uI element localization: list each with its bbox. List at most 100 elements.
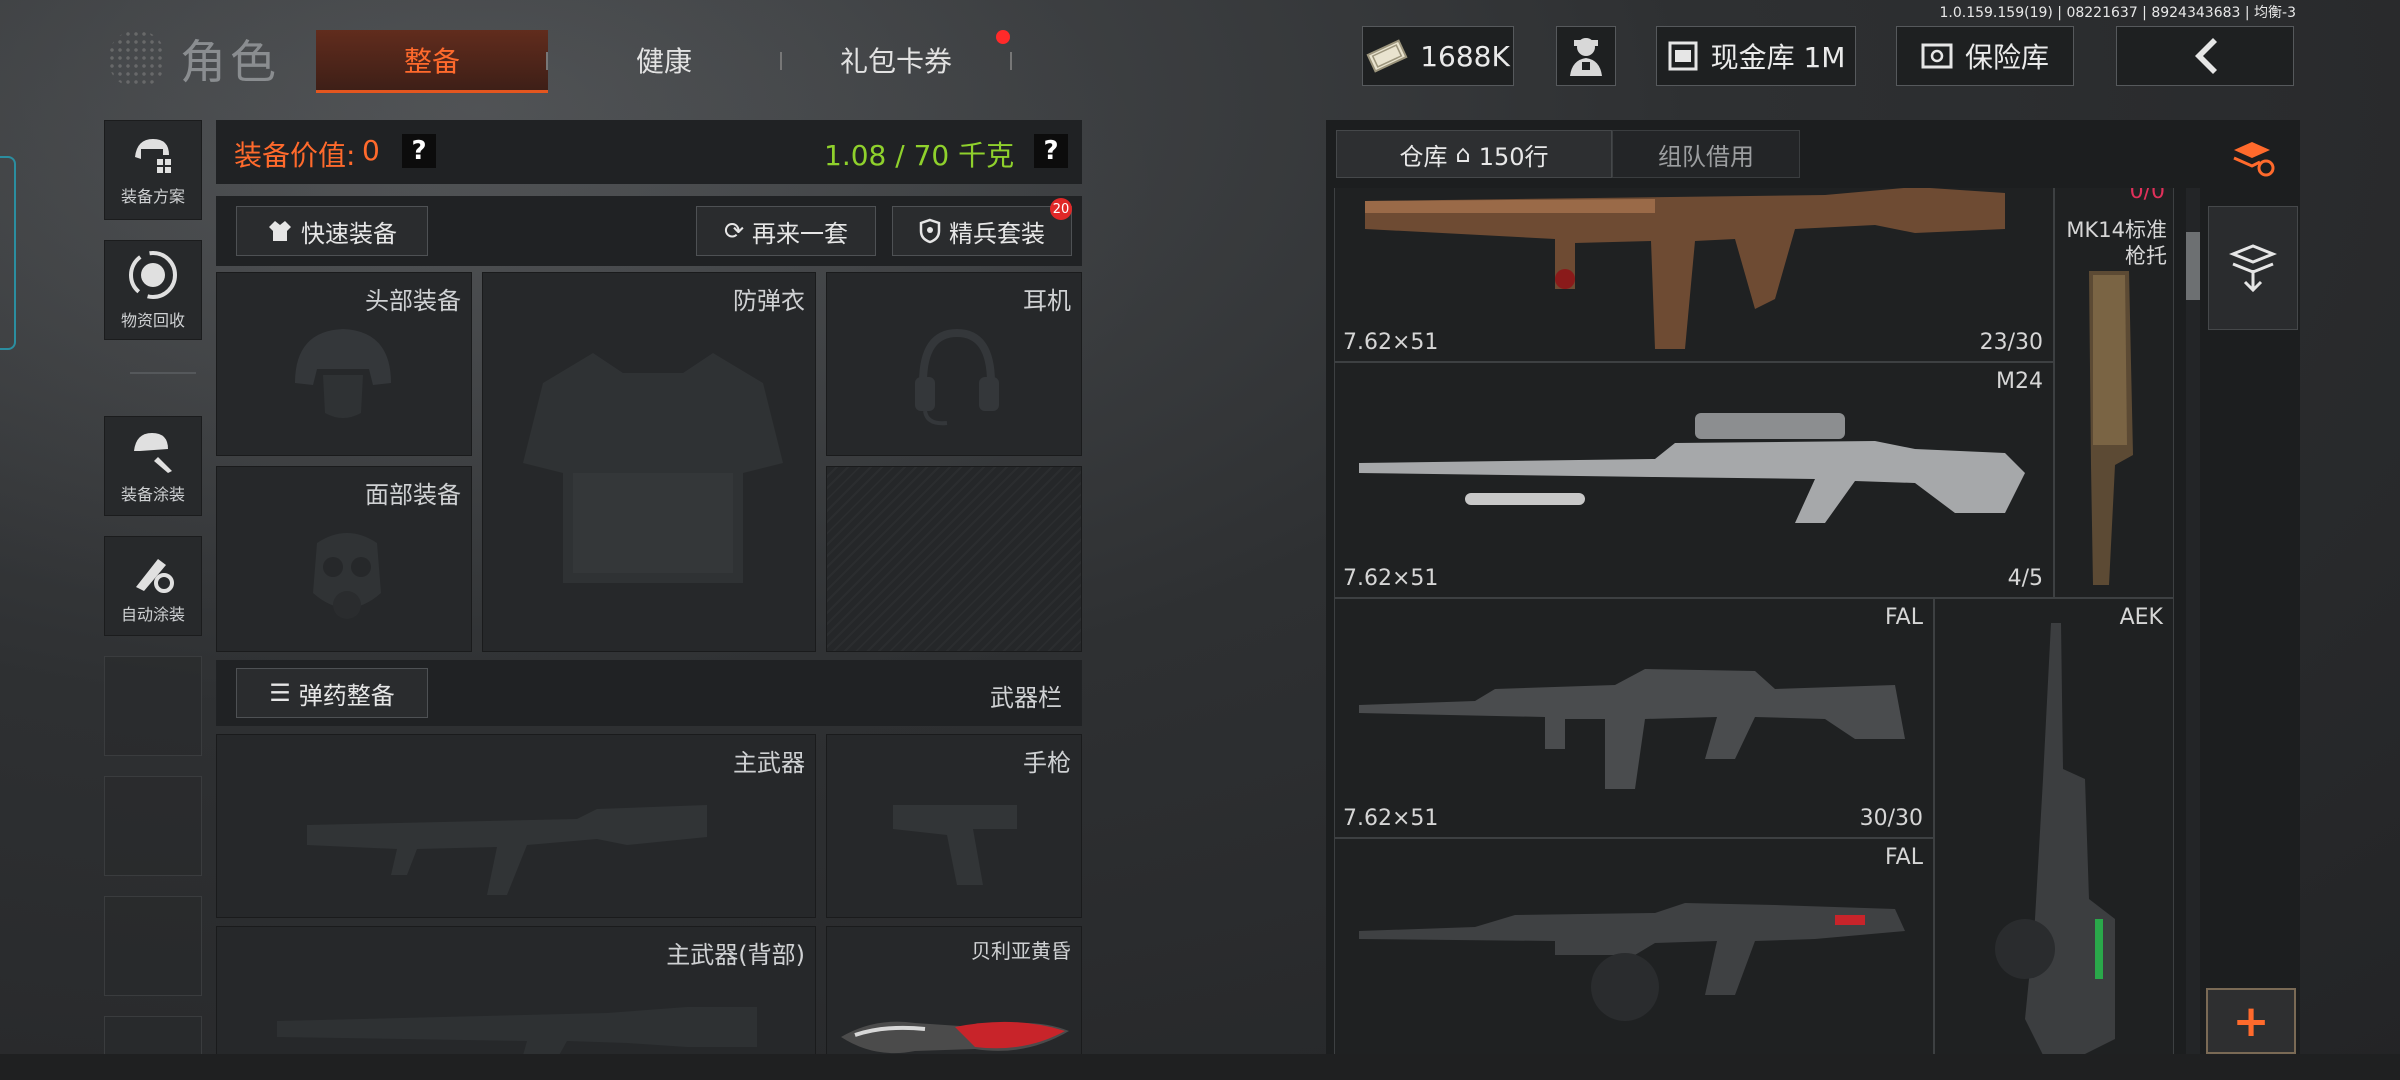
- inventory-scrollbar[interactable]: [2186, 188, 2200, 1080]
- equip-value-label: 装备价值:: [234, 139, 356, 172]
- item-name: FAL: [1885, 845, 1923, 870]
- pistol-icon: [893, 805, 1017, 885]
- quick-equip-button[interactable]: 快速装备: [236, 206, 428, 256]
- equip-value: 0: [362, 134, 380, 167]
- refresh-icon: ⟳: [723, 217, 745, 245]
- slot-primary[interactable]: 主武器: [216, 734, 816, 918]
- scrollbar-thumb[interactable]: [2186, 232, 2200, 300]
- help-icon[interactable]: ?: [1034, 134, 1068, 168]
- organize-button[interactable]: [2208, 206, 2298, 330]
- add-button[interactable]: +: [2206, 988, 2296, 1054]
- item-caliber: 7.62×51: [1343, 330, 1439, 355]
- slot-armor-label: 防弹衣: [733, 287, 805, 315]
- currency-amount: 1688K: [1420, 39, 1510, 73]
- layers-refresh-icon: [2233, 142, 2275, 177]
- sidebar-empty-slot: [104, 656, 202, 756]
- safe-button[interactable]: 保险库: [1896, 26, 2074, 86]
- aek-rifle-icon: [1995, 623, 2115, 1059]
- back-button[interactable]: [2116, 26, 2294, 86]
- item-count: 23/30: [1979, 330, 2043, 355]
- headset-icon: [915, 328, 999, 426]
- tab-gift-coupons[interactable]: 礼包卡券: [780, 30, 1012, 90]
- slot-primary-back-label: 主武器(背部): [666, 941, 805, 969]
- sidebar-item-recycle[interactable]: 物资回收: [104, 240, 202, 340]
- helmet-icon: [295, 329, 391, 418]
- cash-vault-button[interactable]: 现金库 1M: [1656, 26, 1856, 86]
- inventory-item[interactable]: FAL: [1334, 838, 1934, 1080]
- auto-paint-icon: [136, 559, 174, 593]
- inventory-item[interactable]: FAL 7.62×51 30/30: [1334, 598, 1934, 838]
- tab-health[interactable]: 健康: [548, 30, 780, 90]
- home-icon: ⌂: [1455, 140, 1471, 168]
- cash-vault-icon: [1668, 41, 1698, 71]
- slot-head-label: 头部装备: [365, 287, 461, 315]
- side-drawer-tab[interactable]: [0, 156, 16, 350]
- slot-pistol[interactable]: 手枪: [826, 734, 1082, 918]
- again-label: 再来一套: [752, 219, 849, 248]
- stack-download-icon: [2229, 244, 2277, 293]
- back-arrow-icon: [2195, 38, 2217, 74]
- ammo-prep-button[interactable]: ☰ 弹药整备: [236, 668, 428, 718]
- m24-rifle-icon: [1359, 413, 2025, 523]
- vest-icon: [523, 353, 783, 583]
- item-caliber: 7.62×51: [1343, 806, 1439, 831]
- item-caliber: 7.62×51: [1343, 566, 1439, 591]
- bottom-bar: [0, 1054, 2400, 1080]
- inventory-item[interactable]: 0/0 MK14标准枪托: [2054, 188, 2174, 598]
- sidebar-item-gear-plan[interactable]: 装备方案: [104, 120, 202, 220]
- sidebar-item-auto-paint[interactable]: 自动涂装: [104, 536, 202, 636]
- ammo-icon: ☰: [269, 679, 291, 707]
- gear-plan-icon: [135, 139, 171, 173]
- warehouse-label: 仓库: [1399, 142, 1448, 171]
- sidebar-item-paint[interactable]: 装备涂装: [104, 416, 202, 516]
- tab-warehouse[interactable]: 仓库 ⌂ 150行: [1336, 130, 1612, 178]
- shirt-icon: [269, 221, 291, 241]
- safe-icon: [1921, 43, 1953, 69]
- slot-earphone-label: 耳机: [1023, 287, 1071, 315]
- slot-knife-label: 贝利亚黄昏: [971, 939, 1071, 963]
- currency-display[interactable]: 1688K: [1362, 26, 1514, 86]
- shield-icon: [919, 218, 941, 244]
- weapons-bar: ☰ 弹药整备 武器栏: [216, 660, 1082, 726]
- cash-icon: [1366, 39, 1408, 73]
- help-icon[interactable]: ?: [402, 134, 436, 168]
- slot-pistol-label: 手枪: [1023, 749, 1071, 777]
- sidebar-item-label: 装备涂装: [120, 485, 185, 504]
- slot-face-label: 面部装备: [365, 481, 461, 509]
- page-title-text: 角色: [180, 35, 280, 89]
- fal-drum-rifle-icon: [1359, 903, 1905, 1021]
- slot-primary-label: 主武器: [733, 749, 805, 777]
- trader-button[interactable]: [1556, 26, 1616, 86]
- elite-badge: 20: [1050, 198, 1072, 220]
- item-name: MK14标准枪托: [2066, 218, 2167, 268]
- equip-action-bar: 快速装备 ⟳ 再来一套 精兵套装 20: [216, 196, 1082, 266]
- inventory-item[interactable]: AEK: [1934, 598, 2174, 1080]
- rifle-icon: [307, 805, 707, 895]
- weapons-bar-label: 武器栏: [990, 684, 1062, 712]
- tab-team-borrow[interactable]: 组队借用: [1612, 130, 1800, 178]
- inventory-item[interactable]: M24 7.62×51 4/5: [1334, 362, 2054, 598]
- slot-armor[interactable]: 防弹衣: [482, 272, 816, 652]
- ammo-prep-label: 弹药整备: [298, 681, 395, 710]
- tab-equip[interactable]: 整备: [316, 30, 548, 93]
- fal-rifle-icon: [1359, 669, 1905, 789]
- recycle-icon: [129, 251, 177, 299]
- sort-button[interactable]: [2208, 120, 2298, 196]
- equip-value-bar: 装备价值: 0 ? 1.08 / 70 千克 ?: [216, 120, 1082, 184]
- notification-dot: [996, 30, 1010, 44]
- item-count: 0/0: [2129, 188, 2165, 204]
- inventory-item[interactable]: 7.62×51 23/30: [1334, 188, 2054, 362]
- stock-icon: [2089, 271, 2133, 585]
- elite-set-button[interactable]: 精兵套装: [892, 206, 1072, 256]
- slot-earphone[interactable]: 耳机: [826, 272, 1082, 456]
- mk14-rifle-icon: [1365, 188, 2005, 349]
- slot-face[interactable]: 面部装备: [216, 466, 472, 652]
- slot-head[interactable]: 头部装备: [216, 272, 472, 456]
- safe-label: 保险库: [1964, 41, 2049, 74]
- page-title: 角色: [108, 26, 280, 92]
- sidebar-empty-slot: [104, 896, 202, 996]
- warehouse-rows: 150行: [1478, 142, 1549, 171]
- tab-divider: [1010, 52, 1012, 70]
- cash-vault-label: 现金库 1M: [1710, 41, 1846, 74]
- again-button[interactable]: ⟳ 再来一套: [696, 206, 876, 256]
